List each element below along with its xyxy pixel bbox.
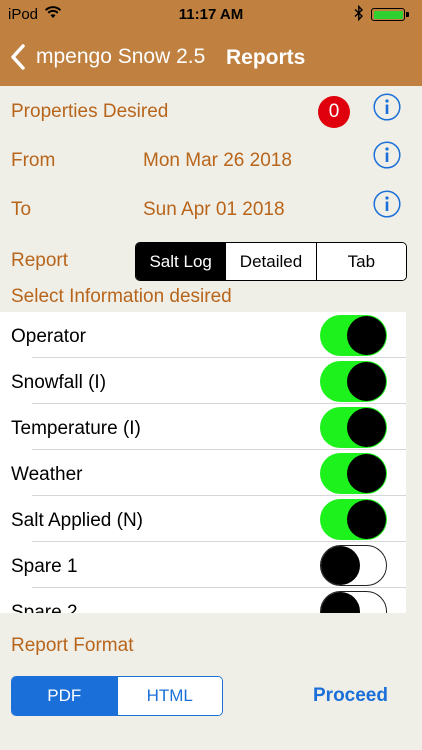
list-item-label: Spare 1 — [11, 556, 78, 577]
nav-bar: mpengo Snow 2.5 Reports — [0, 30, 422, 86]
chevron-left-icon — [11, 44, 25, 70]
list-item: Operator — [0, 312, 406, 358]
report-option-tab[interactable]: Tab — [315, 243, 406, 280]
properties-count-badge: 0 — [318, 96, 350, 128]
back-button[interactable]: mpengo Snow 2.5 — [10, 42, 205, 72]
report-type-selector: Salt Log Detailed Tab — [135, 242, 407, 281]
report-format-selector: PDF HTML — [11, 676, 223, 716]
information-list[interactable]: Operator Snowfall (I) Temperature (I) We… — [0, 312, 406, 613]
list-item: Weather — [0, 450, 406, 496]
report-option-salt-log[interactable]: Salt Log — [136, 243, 226, 280]
battery-icon — [371, 8, 409, 21]
list-item-label: Spare 2 — [11, 602, 78, 613]
format-option-pdf[interactable]: PDF — [12, 677, 117, 715]
properties-label: Properties Desired — [11, 101, 169, 122]
info-icon[interactable] — [373, 190, 401, 218]
back-label: mpengo Snow 2.5 — [36, 45, 206, 68]
snowfall-toggle[interactable] — [320, 361, 387, 402]
list-item-label: Weather — [11, 464, 83, 485]
to-date-value[interactable]: Sun Apr 01 2018 — [143, 199, 285, 221]
report-format-label: Report Format — [11, 635, 134, 656]
list-item: Temperature (I) — [0, 404, 406, 450]
from-label: From — [11, 150, 56, 171]
list-item: Spare 1 — [0, 542, 406, 588]
list-item-label: Salt Applied (N) — [11, 510, 144, 531]
list-item: Salt Applied (N) — [0, 496, 406, 542]
report-label: Report — [11, 250, 69, 271]
temperature-toggle[interactable] — [320, 407, 387, 448]
spare-2-toggle[interactable] — [320, 591, 387, 613]
bluetooth-icon — [354, 5, 363, 21]
status-bar: iPod 11:17 AM — [0, 0, 422, 30]
to-label: To — [11, 199, 32, 220]
weather-toggle[interactable] — [320, 453, 387, 494]
format-option-html[interactable]: HTML — [116, 677, 222, 715]
proceed-button[interactable]: Proceed — [313, 685, 388, 707]
list-item: Snowfall (I) — [0, 358, 406, 404]
report-option-detailed[interactable]: Detailed — [225, 243, 316, 280]
info-icon[interactable] — [373, 141, 401, 169]
from-date-value[interactable]: Mon Mar 26 2018 — [143, 150, 292, 172]
operator-toggle[interactable] — [320, 315, 387, 356]
salt-applied-toggle[interactable] — [320, 499, 387, 540]
spare-1-toggle[interactable] — [320, 545, 387, 586]
page-title: Reports — [226, 46, 306, 69]
list-item-label: Temperature (I) — [11, 418, 141, 439]
info-icon[interactable] — [373, 93, 401, 121]
list-item: Spare 2 — [0, 588, 406, 613]
section-title: Select Information desired — [11, 286, 232, 307]
list-item-label: Snowfall (I) — [11, 372, 107, 393]
list-item-label: Operator — [11, 326, 86, 347]
